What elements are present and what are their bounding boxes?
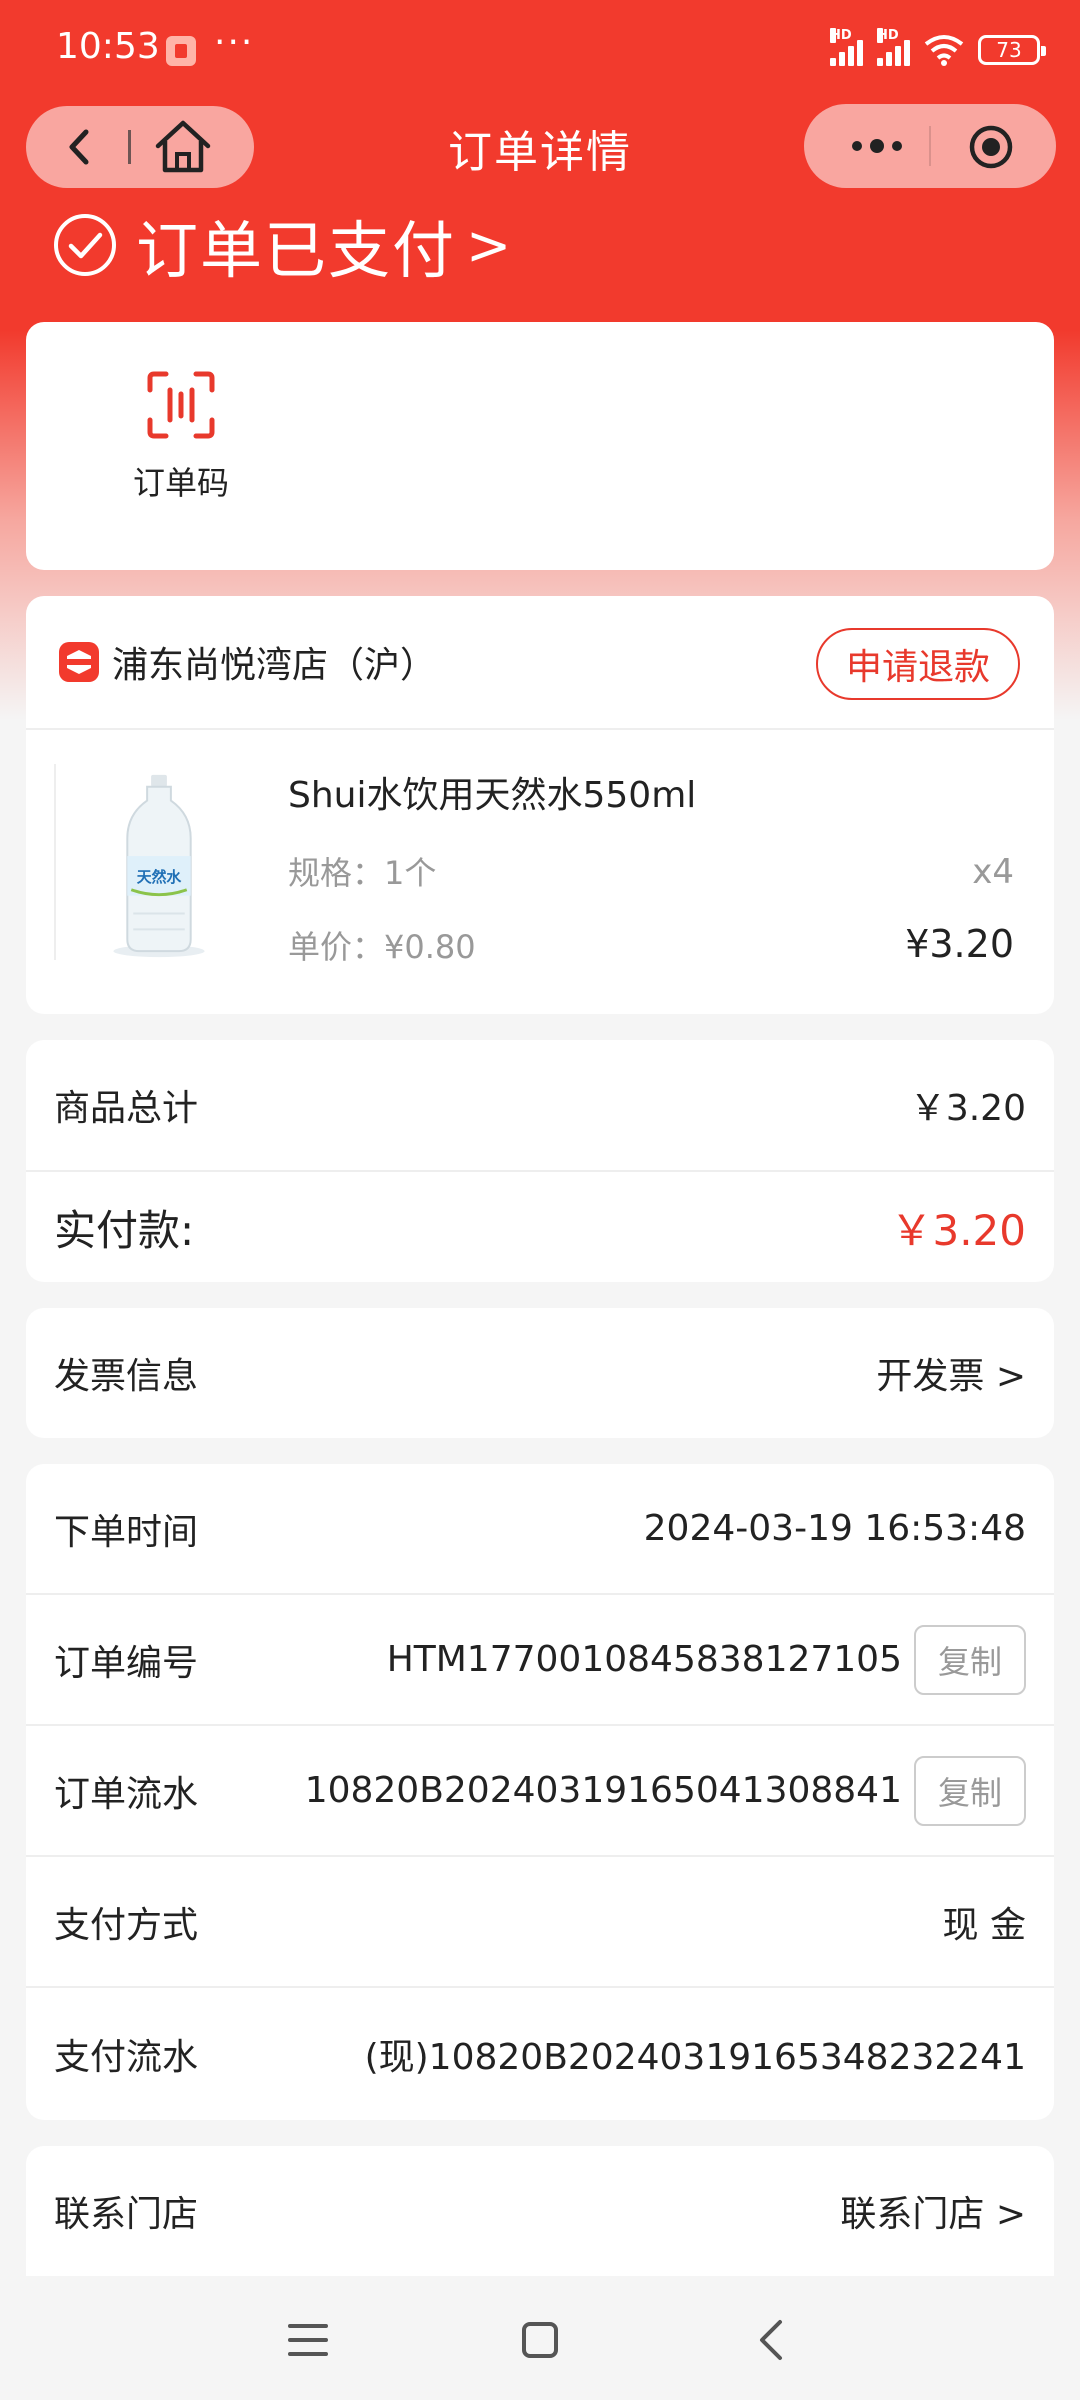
order-code-button[interactable]: 订单码 — [104, 370, 258, 504]
totals-card: 商品总计 ￥3.20 实付款: ￥3.20 — [26, 1040, 1054, 1282]
app-notification-icon — [166, 36, 196, 66]
shop-name[interactable]: 浦东尚悦湾店（沪） — [112, 636, 436, 688]
paid-amount-value: ￥3.20 — [890, 1205, 1026, 1255]
paid-amount-label: 实付款: — [54, 1205, 195, 1255]
back-triangle-icon[interactable] — [748, 2316, 796, 2364]
menu-icon[interactable] — [284, 2316, 332, 2364]
product-subtotal: ¥3.20 — [905, 922, 1014, 966]
battery-level: 73 — [996, 38, 1022, 62]
product-spec: 规格：1个 — [288, 854, 437, 892]
mini-program-capsule — [804, 104, 1056, 188]
payment-method-label: 支付方式 — [54, 1904, 199, 1946]
order-status[interactable]: 订单已支付 > — [52, 200, 513, 290]
goods-total-label: 商品总计 — [54, 1088, 199, 1129]
quick-actions-card: 订单码 — [26, 322, 1054, 570]
wifi-icon — [924, 35, 964, 66]
close-program-icon[interactable] — [968, 124, 1014, 170]
contact-store-link[interactable]: 联系门店 > — [840, 2185, 1026, 2237]
status-indicators: HD HD 73 — [830, 28, 1046, 70]
order-number-row: 订单编号 HTM1770010845838127105 复制 — [26, 1595, 1054, 1726]
copy-order-serial-button[interactable]: 复制 — [914, 1755, 1026, 1826]
invoice-card: 发票信息 开发票 > — [26, 1308, 1054, 1438]
invoice-row[interactable]: 发票信息 开发票 > — [26, 1308, 1054, 1438]
goods-total-value: ￥3.20 — [909, 1088, 1026, 1129]
invoice-label: 发票信息 — [54, 1356, 199, 1397]
scan-code-icon — [147, 371, 215, 439]
contact-store-card: 联系门店 联系门店 > — [26, 2146, 1054, 2280]
issue-invoice-link[interactable]: 开发票 > — [876, 1347, 1026, 1399]
payment-serial-value: (现)10820B20240319165348232241 — [364, 2036, 1026, 2078]
order-serial-group: 10820B20240319165041308841 复制 — [304, 1755, 1026, 1826]
payment-serial-label: 支付流水 — [54, 2036, 199, 2078]
contact-store-label: 联系门店 — [54, 2194, 199, 2235]
product-name: Shui水饮用天然水550ml — [288, 775, 697, 816]
product-image-label: 天然水 — [137, 868, 182, 886]
order-serial-row: 订单流水 10820B20240319165041308841 复制 — [26, 1726, 1054, 1857]
goods-total-row: 商品总计 ￥3.20 — [26, 1040, 1054, 1172]
status-bar: 10:53 ··· HD HD 73 — [0, 0, 1080, 100]
product-unit-price: 单价：¥0.80 — [288, 928, 476, 966]
order-serial-label: 订单流水 — [54, 1773, 199, 1815]
more-options-icon[interactable] — [842, 126, 912, 166]
order-time-row: 下单时间 2024-03-19 16:53:48 — [26, 1464, 1054, 1595]
status-time: 10:53 — [56, 26, 160, 67]
copy-order-number-button[interactable]: 复制 — [914, 1624, 1026, 1695]
chevron-right-icon: > — [466, 213, 514, 277]
product-image: 天然水 — [54, 764, 262, 960]
contact-store-row[interactable]: 联系门店 联系门店 > — [26, 2146, 1054, 2276]
shop-order-card: 浦东尚悦湾店（沪） 申请退款 天然水 Shui水饮用天然水550ml 规格：1个… — [26, 596, 1054, 1014]
order-number-label: 订单编号 — [54, 1642, 199, 1684]
product-item[interactable]: 天然水 Shui水饮用天然水550ml 规格：1个 单价：¥0.80 x4 ¥3… — [26, 730, 1054, 1014]
order-status-text: 订单已支付 — [136, 214, 457, 287]
order-number-value: HTM1770010845838127105 — [386, 1639, 902, 1680]
product-quantity: x4 — [972, 852, 1014, 892]
payment-method-value: 现 金 — [942, 1904, 1026, 1946]
order-time-value: 2024-03-19 16:53:48 — [643, 1508, 1026, 1549]
order-time-label: 下单时间 — [54, 1511, 199, 1553]
battery-icon: 73 — [978, 35, 1046, 65]
payment-serial-row: 支付流水 (现)10820B20240319165348232241 — [26, 1988, 1054, 2119]
signal-1-icon: HD — [830, 28, 863, 66]
capsule-divider — [929, 126, 931, 166]
home-square-icon[interactable] — [516, 2316, 564, 2364]
shop-header: 浦东尚悦湾店（沪） 申请退款 — [26, 596, 1054, 730]
check-circle-icon — [54, 214, 116, 276]
paid-amount-row: 实付款: ￥3.20 — [26, 1172, 1054, 1282]
payment-method-row: 支付方式 现 金 — [26, 1857, 1054, 1988]
order-number-group: HTM1770010845838127105 复制 — [386, 1624, 1026, 1695]
system-navigation-bar — [0, 2276, 1080, 2400]
signal-2-icon: HD — [877, 28, 910, 66]
order-details-card: 下单时间 2024-03-19 16:53:48 订单编号 HTM1770010… — [26, 1464, 1054, 2120]
refund-button[interactable]: 申请退款 — [815, 628, 1020, 700]
status-more-icon: ··· — [214, 22, 255, 63]
store-icon — [59, 642, 99, 682]
order-code-label: 订单码 — [132, 464, 229, 502]
order-serial-value: 10820B20240319165041308841 — [304, 1770, 902, 1811]
